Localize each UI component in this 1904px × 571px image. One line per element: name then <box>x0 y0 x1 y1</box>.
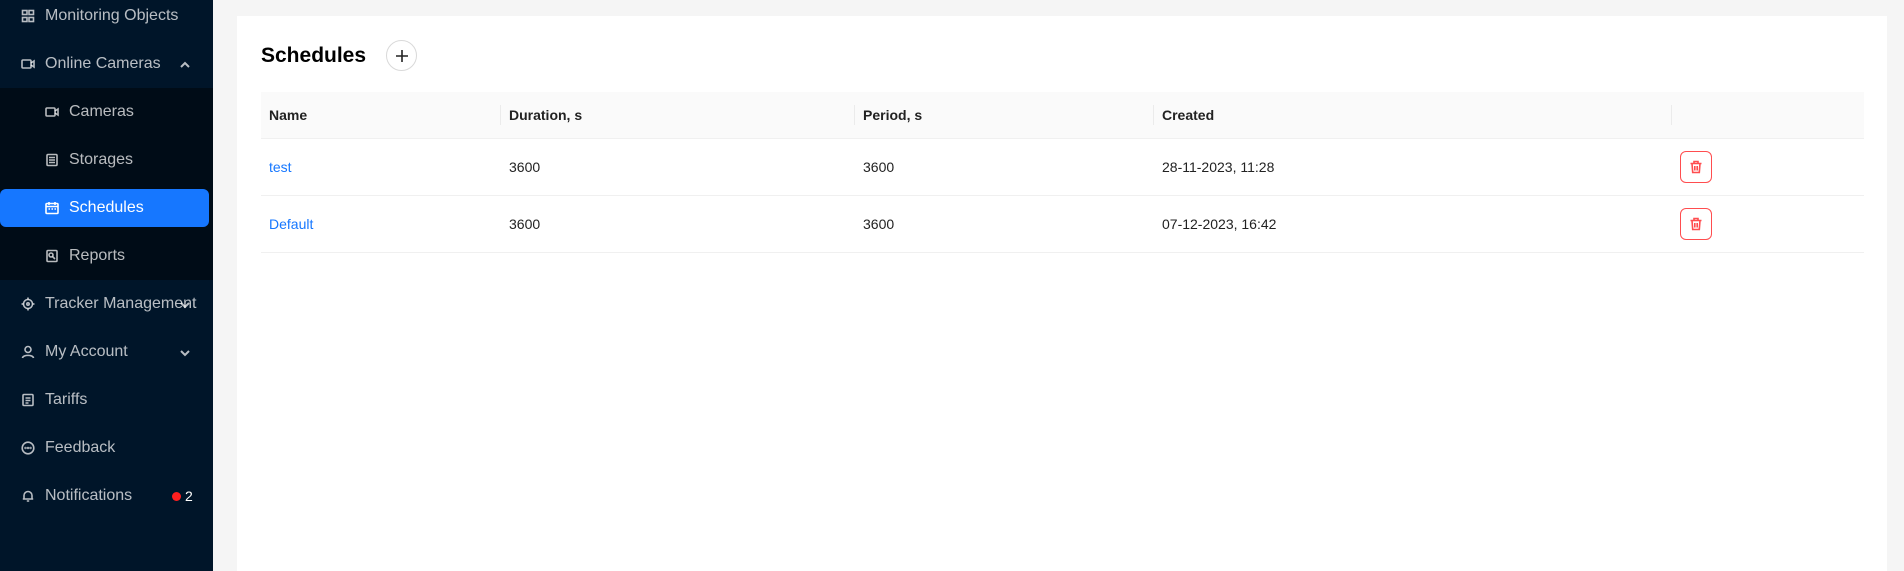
sidebar-item-online-cameras[interactable]: Online Cameras <box>0 44 213 84</box>
duration-cell: 3600 <box>509 215 541 232</box>
chevron-down-icon <box>179 298 191 310</box>
sidebar-item-tariffs[interactable]: Tariffs <box>0 380 213 420</box>
sidebar: Monitoring Objects Online Cameras Camera… <box>0 0 213 571</box>
created-cell: 28-11-2023, 11:28 <box>1162 158 1275 175</box>
video-camera-icon <box>45 105 59 119</box>
period-cell: 3600 <box>863 158 895 175</box>
column-header-name: Name <box>261 92 501 139</box>
aim-icon <box>21 297 35 311</box>
chevron-down-icon <box>179 346 191 358</box>
sidebar-item-label: Cameras <box>69 103 134 120</box>
tariff-icon <box>21 393 35 407</box>
sidebar-item-label: Online Cameras <box>45 55 161 72</box>
sidebar-item-label: My Account <box>45 343 128 360</box>
storage-icon <box>45 153 59 167</box>
column-header-created: Created <box>1154 92 1672 139</box>
sidebar-item-label: Notifications <box>45 487 133 504</box>
plus-icon <box>395 49 408 62</box>
sidebar-item-label: Tracker Management <box>45 295 197 312</box>
schedule-name-link[interactable]: Default <box>269 216 313 232</box>
schedule-icon <box>45 201 59 215</box>
column-header-actions <box>1672 92 1864 139</box>
created-cell: 07-12-2023, 16:42 <box>1162 215 1277 232</box>
page-title: Schedules <box>261 44 367 67</box>
trash-icon <box>1690 160 1702 173</box>
sidebar-item-label: Reports <box>69 247 126 264</box>
chevron-up-icon <box>179 58 191 70</box>
delete-button[interactable] <box>1680 207 1712 240</box>
table-header-row: Name Duration, s Period, s Created <box>261 92 1864 139</box>
table-row: Default 3600 3600 07-12-2023, 16:42 <box>261 195 1864 252</box>
delete-button[interactable] <box>1680 150 1712 183</box>
sidebar-item-schedules[interactable]: Schedules <box>0 189 209 227</box>
message-icon <box>21 441 35 455</box>
schedule-name-link[interactable]: test <box>269 159 292 175</box>
user-icon <box>21 345 35 359</box>
column-header-period: Period, s <box>855 92 1154 139</box>
sidebar-item-label: Monitoring Objects <box>45 7 179 24</box>
dashboard-icon <box>21 9 35 23</box>
sidebar-item-label: Tariffs <box>45 391 88 408</box>
add-schedule-button[interactable] <box>386 40 417 71</box>
sidebar-item-notifications[interactable]: Notifications 2 <box>0 476 213 516</box>
notification-count: 2 <box>185 488 193 504</box>
sidebar-item-feedback[interactable]: Feedback <box>0 428 213 468</box>
bell-icon <box>21 489 35 503</box>
sidebar-item-label: Storages <box>69 151 134 168</box>
column-header-duration: Duration, s <box>501 92 855 139</box>
period-cell: 3600 <box>863 215 895 232</box>
duration-cell: 3600 <box>509 158 541 175</box>
sidebar-item-label: Feedback <box>45 439 116 456</box>
sidebar-item-cameras[interactable]: Cameras <box>0 92 213 132</box>
schedules-table: Name Duration, s Period, s Created test … <box>261 92 1864 253</box>
sidebar-item-label: Schedules <box>69 199 144 216</box>
sidebar-item-monitoring-objects[interactable]: Monitoring Objects <box>0 0 213 36</box>
video-camera-icon <box>21 57 35 71</box>
table-row: test 3600 3600 28-11-2023, 11:28 <box>261 138 1864 195</box>
sidebar-item-tracker-management[interactable]: Tracker Management <box>0 284 213 324</box>
notification-dot <box>172 491 181 501</box>
sidebar-item-storages[interactable]: Storages <box>0 140 213 180</box>
report-icon <box>45 249 59 263</box>
sidebar-item-my-account[interactable]: My Account <box>0 332 213 372</box>
trash-icon <box>1690 217 1702 230</box>
sidebar-item-reports[interactable]: Reports <box>0 236 213 276</box>
